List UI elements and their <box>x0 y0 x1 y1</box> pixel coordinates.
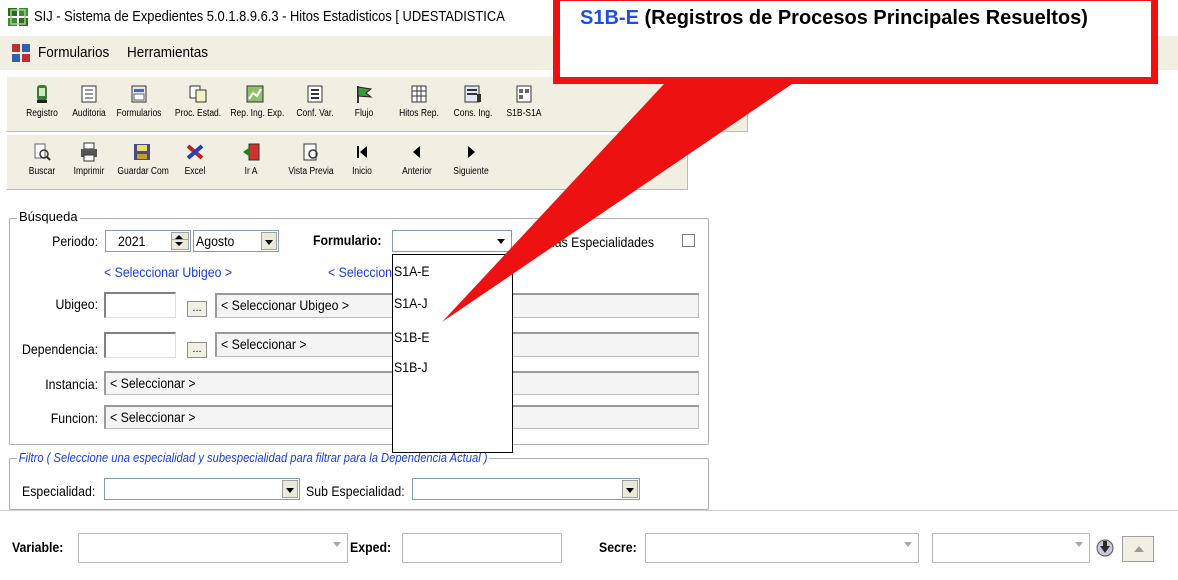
hitos-rep-icon <box>411 85 427 103</box>
download-icon[interactable] <box>1094 537 1116 559</box>
busqueda-legend: Búsqueda <box>17 209 80 224</box>
toolbar-rep-ing-exp-button[interactable]: Rep. Ing. Exp. <box>226 78 284 130</box>
s1b-s1a-icon <box>516 85 532 103</box>
toolbar-proc-estad-button[interactable]: Proc. Estad. <box>169 78 227 130</box>
ubigeo-label: Ubigeo: <box>55 296 98 312</box>
dependencia-code-input[interactable] <box>104 332 176 358</box>
extra-select[interactable] <box>932 533 1090 563</box>
dependencia-ellipsis-button[interactable]: ... <box>187 342 207 358</box>
formulario-select[interactable] <box>392 230 512 252</box>
secre-select[interactable] <box>645 533 919 563</box>
periodo-label: Periodo: <box>52 233 98 249</box>
chevron-down-icon <box>261 232 277 250</box>
menu-formularios[interactable]: Formularios <box>38 44 109 61</box>
variable-label: Variable: <box>12 539 64 555</box>
rep-ing-exp-icon <box>246 85 264 103</box>
formulario-option-s1b-e[interactable]: S1B-E <box>394 329 430 345</box>
month-select[interactable]: Agosto <box>193 230 279 252</box>
search-icon <box>34 143 51 161</box>
proc-estad-icon <box>189 85 207 103</box>
flujo-icon <box>357 86 373 103</box>
formularios-icon <box>131 85 147 103</box>
toolbar-s1b-s1a-button[interactable]: S1B-S1A <box>495 78 553 130</box>
toolbar-imprimir-button[interactable]: Imprimir <box>60 136 118 188</box>
next-icon <box>468 146 475 158</box>
year-down-button[interactable] <box>171 239 189 250</box>
menu-herramientas[interactable]: Herramientas <box>127 44 208 61</box>
chevron-down-icon <box>622 480 638 498</box>
printer-icon <box>81 142 97 162</box>
seleccionar-ubigeo-link[interactable]: < Seleccionar Ubigeo > <box>104 264 232 280</box>
cons-ing-icon <box>464 85 481 103</box>
exped-input[interactable] <box>402 533 562 563</box>
formulario-dropdown-list: S1A-E S1A-J S1B-E S1B-J <box>392 254 513 453</box>
save-icon <box>134 144 150 160</box>
chevron-down-icon <box>1072 535 1088 561</box>
toolbar-siguiente-button[interactable]: Siguiente <box>442 136 500 188</box>
toolbar-salir-button[interactable]: lir <box>612 136 652 188</box>
toolbar-cons-ing-button[interactable]: Cons. Ing. <box>444 78 502 130</box>
conf-var-icon <box>307 85 323 103</box>
seleccionar-link[interactable]: < Seleccion <box>328 264 392 280</box>
exped-label: Exped: <box>350 539 392 555</box>
app-icon <box>8 8 28 26</box>
goto-icon <box>243 143 260 161</box>
auditoria-icon <box>81 85 97 103</box>
funcion-label: Funcion: <box>50 410 98 426</box>
dependencia-label: Dependencia: <box>21 341 98 357</box>
first-icon <box>357 146 367 158</box>
year-stepper[interactable]: 2021 <box>105 230 191 252</box>
bottom-divider <box>0 510 1178 511</box>
window-title: SIJ - Sistema de Expedientes 5.0.1.8.9.6… <box>34 8 505 25</box>
chevron-down-icon <box>330 535 346 561</box>
chevron-down-icon <box>901 535 917 561</box>
menu-app-icon <box>12 44 30 62</box>
callout-description: (Registros de Procesos Principales Resue… <box>638 7 1088 29</box>
ubigeo-code-input[interactable] <box>104 292 176 318</box>
preview-icon <box>303 143 318 161</box>
formulario-option-s1b-j[interactable]: S1B-J <box>394 359 428 375</box>
registro-icon <box>37 85 47 103</box>
toolbar-hitos-rep-button[interactable]: Hitos Rep. <box>390 78 448 130</box>
especialidad-label: Especialidad: <box>22 483 96 499</box>
especialidades-label: las Especialidades <box>552 234 655 250</box>
formulario-label: Formulario: <box>313 232 382 248</box>
secre-label: Secre: <box>599 539 637 555</box>
toolbar-vista-previa-button[interactable]: Vista Previa <box>282 136 340 188</box>
chevron-down-icon <box>282 480 298 498</box>
toolbar-inicio-button[interactable]: Inicio <box>333 136 391 188</box>
toolbar-guardar-button[interactable]: Guardar Com <box>113 136 171 188</box>
variable-select[interactable] <box>78 533 348 563</box>
formulario-option-s1a-e[interactable]: S1A-E <box>394 263 430 279</box>
scroll-up-button[interactable] <box>1122 536 1154 562</box>
toolbar-formularios-button[interactable]: Formularios <box>110 78 168 130</box>
especialidades-checkbox[interactable] <box>682 234 695 247</box>
callout-text: S1B-E (Registros de Procesos Principales… <box>580 5 1140 31</box>
year-value: 2021 <box>118 233 146 249</box>
especialidad-select[interactable] <box>104 478 300 500</box>
toolbar-ir-a-button[interactable]: Ir A <box>222 136 280 188</box>
ubigeo-ellipsis-button[interactable]: ... <box>187 301 207 317</box>
chevron-down-icon <box>494 232 510 250</box>
toolbar-anterior-button[interactable]: Anterior <box>388 136 446 188</box>
callout-box: S1B-E (Registros de Procesos Principales… <box>553 0 1158 84</box>
sub-especialidad-label: Sub Especialidad: <box>306 483 405 499</box>
callout-key: S1B-E <box>580 7 639 29</box>
instancia-label: Instancia: <box>45 376 98 392</box>
toolbar-flujo-button[interactable]: Flujo <box>335 78 393 130</box>
formulario-option-s1a-j[interactable]: S1A-J <box>394 295 428 311</box>
toolbar-excel-button[interactable]: Excel <box>166 136 224 188</box>
excel-icon <box>186 144 204 160</box>
sub-especialidad-select[interactable] <box>412 478 640 500</box>
previous-icon <box>413 146 420 158</box>
